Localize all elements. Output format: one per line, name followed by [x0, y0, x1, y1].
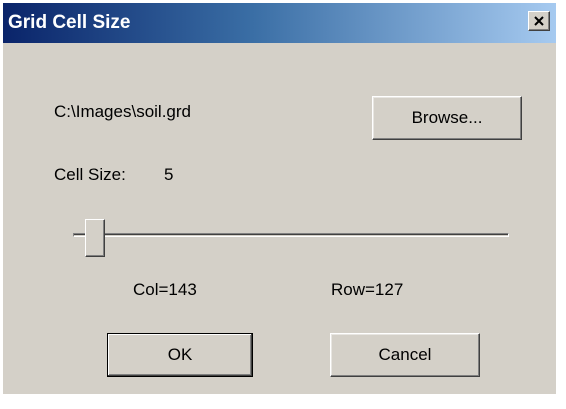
cell-size-slider-track[interactable]	[73, 233, 509, 237]
title-bar[interactable]: Grid Cell Size	[3, 3, 556, 43]
window-title: Grid Cell Size	[8, 12, 131, 33]
cell-size-slider-thumb[interactable]	[85, 219, 106, 257]
col-count-label: Col=143	[133, 280, 197, 299]
row-count-label: Row=127	[331, 280, 404, 299]
browse-button[interactable]: Browse...	[372, 96, 522, 140]
close-icon	[534, 16, 544, 26]
close-button[interactable]	[528, 11, 550, 31]
ok-button[interactable]: OK	[107, 333, 253, 377]
slider-track-groove	[74, 234, 508, 235]
cell-size-value: 5	[164, 165, 174, 184]
ok-button-label: OK	[167, 345, 193, 364]
cell-size-label: Cell Size:	[54, 165, 126, 184]
browse-button-label: Browse...	[411, 108, 483, 127]
cancel-button[interactable]: Cancel	[330, 333, 480, 377]
grid-cell-size-dialog: Grid Cell Size C:\Images\soil.grd Browse…	[0, 0, 566, 409]
file-path-label: C:\Images\soil.grd	[54, 102, 191, 121]
cancel-button-label: Cancel	[378, 345, 432, 364]
